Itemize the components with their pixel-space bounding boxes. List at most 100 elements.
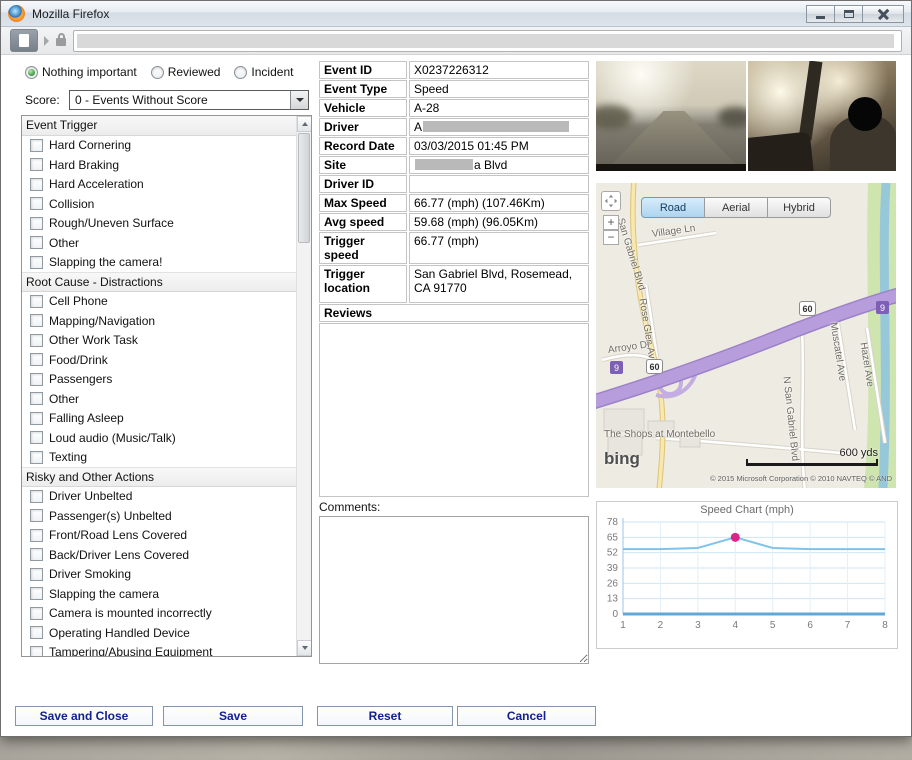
- zoom-out-button[interactable]: −: [603, 230, 619, 245]
- checkbox-icon[interactable]: [30, 373, 43, 386]
- detail-label: Trigger location: [319, 265, 407, 303]
- checklist-group-header: Risky and Other Actions: [22, 467, 296, 487]
- checkbox-icon[interactable]: [30, 607, 43, 620]
- checklist-item-loud-audio-music-talk[interactable]: Loud audio (Music/Talk): [22, 428, 296, 448]
- bing-map[interactable]: Village LnSan Gabriel BlvdRose Glen AveA…: [596, 183, 896, 488]
- checkbox-icon[interactable]: [30, 568, 43, 581]
- detail-label: Avg speed: [319, 213, 407, 231]
- checklist-item-cell-phone[interactable]: Cell Phone: [22, 292, 296, 312]
- svg-text:0: 0: [612, 609, 618, 620]
- checklist-item-slapping-the-camera[interactable]: Slapping the camera: [22, 584, 296, 604]
- checklist-scrollbar[interactable]: [296, 116, 311, 656]
- checkbox-icon[interactable]: [30, 392, 43, 405]
- radio-option-incident[interactable]: Incident: [234, 65, 293, 79]
- checklist-item-food-drink[interactable]: Food/Drink: [22, 350, 296, 370]
- checkbox-icon[interactable]: [30, 236, 43, 249]
- close-button[interactable]: [862, 5, 904, 23]
- scroll-up-button[interactable]: [297, 116, 312, 132]
- minimize-button[interactable]: [806, 5, 835, 23]
- checkbox-icon[interactable]: [30, 587, 43, 600]
- radio-option-nothing-important[interactable]: Nothing important: [25, 65, 137, 79]
- checkbox-icon[interactable]: [30, 646, 43, 656]
- checkbox-icon[interactable]: [30, 314, 43, 327]
- checklist-item-driver-unbelted[interactable]: Driver Unbelted: [22, 487, 296, 507]
- checklist-item-rough-uneven-surface[interactable]: Rough/Uneven Surface: [22, 214, 296, 234]
- radio-button[interactable]: [25, 66, 38, 79]
- checklist-item-hard-braking[interactable]: Hard Braking: [22, 155, 296, 175]
- checklist-item-falling-asleep[interactable]: Falling Asleep: [22, 409, 296, 429]
- svg-text:78: 78: [607, 517, 619, 528]
- checkbox-icon[interactable]: [30, 490, 43, 503]
- checklist-item-texting[interactable]: Texting: [22, 448, 296, 468]
- radio-button[interactable]: [151, 66, 164, 79]
- checkbox-icon[interactable]: [30, 412, 43, 425]
- checklist-item-label: Operating Handled Device: [49, 626, 190, 640]
- score-row: Score: 0 - Events Without Score: [25, 90, 309, 110]
- checklist-item-label: Hard Braking: [49, 158, 119, 172]
- checklist-item-label: Other: [49, 236, 79, 250]
- maximize-button[interactable]: [834, 5, 863, 23]
- scroll-down-button[interactable]: [297, 640, 312, 656]
- radio-option-reviewed[interactable]: Reviewed: [151, 65, 221, 79]
- scrollbar-thumb[interactable]: [298, 133, 310, 243]
- svg-text:13: 13: [607, 594, 619, 605]
- checklist-item-driver-smoking[interactable]: Driver Smoking: [22, 565, 296, 585]
- checklist-item-slapping-the-camera[interactable]: Slapping the camera!: [22, 253, 296, 273]
- zoom-in-button[interactable]: +: [603, 215, 619, 230]
- map-pan-control[interactable]: [601, 191, 621, 211]
- detail-value-text: 66.77 (mph): [414, 234, 479, 248]
- checklist-item-hard-cornering[interactable]: Hard Cornering: [22, 136, 296, 156]
- radio-label: Reviewed: [168, 65, 221, 79]
- map-view-aerial-button[interactable]: Aerial: [704, 197, 768, 218]
- checklist-item-other-work-task[interactable]: Other Work Task: [22, 331, 296, 351]
- checkbox-icon[interactable]: [30, 509, 43, 522]
- checkbox-icon[interactable]: [30, 353, 43, 366]
- comments-label: Comments:: [319, 500, 589, 514]
- checklist-item-other[interactable]: Other: [22, 233, 296, 253]
- page-icon-button[interactable]: [10, 29, 38, 52]
- checkbox-icon[interactable]: [30, 626, 43, 639]
- comments-textarea[interactable]: [319, 516, 589, 664]
- checkbox-icon[interactable]: [30, 529, 43, 542]
- scroll-down-icon: [302, 646, 308, 650]
- score-dropdown[interactable]: 0 - Events Without Score: [69, 90, 309, 110]
- checklist-item-mapping-navigation[interactable]: Mapping/Navigation: [22, 311, 296, 331]
- checkbox-icon[interactable]: [30, 178, 43, 191]
- reset-button[interactable]: Reset: [317, 706, 453, 726]
- checkbox-icon[interactable]: [30, 295, 43, 308]
- checkbox-icon[interactable]: [30, 451, 43, 464]
- checklist-item-collision[interactable]: Collision: [22, 194, 296, 214]
- cancel-button[interactable]: Cancel: [457, 706, 596, 726]
- checkbox-icon[interactable]: [30, 548, 43, 561]
- checklist-item-front-road-lens-covered[interactable]: Front/Road Lens Covered: [22, 526, 296, 546]
- checklist-item-label: Slapping the camera: [49, 587, 159, 601]
- checklist-item-tampering-abusing-equipment[interactable]: Tampering/Abusing Equipment: [22, 643, 296, 657]
- checklist-item-passenger-s-unbelted[interactable]: Passenger(s) Unbelted: [22, 506, 296, 526]
- save-button[interactable]: Save: [163, 706, 303, 726]
- checklist-item-hard-acceleration[interactable]: Hard Acceleration: [22, 175, 296, 195]
- dropdown-arrow-button[interactable]: [290, 91, 308, 109]
- checkbox-icon[interactable]: [30, 217, 43, 230]
- title-bar[interactable]: Mozilla Firefox: [1, 1, 911, 27]
- checkbox-icon[interactable]: [30, 334, 43, 347]
- checkbox-icon[interactable]: [30, 256, 43, 269]
- detail-row-record-date: Record Date03/03/2015 01:45 PM: [319, 137, 589, 155]
- checkbox-icon[interactable]: [30, 139, 43, 152]
- checklist-item-operating-handled-device[interactable]: Operating Handled Device: [22, 623, 296, 643]
- checkbox-icon[interactable]: [30, 158, 43, 171]
- chevron-right-icon: [44, 36, 49, 46]
- detail-label: Site: [319, 156, 407, 174]
- checklist-item-label: Hard Acceleration: [49, 177, 144, 191]
- checklist-item-label: Texting: [49, 450, 87, 464]
- checklist-item-other[interactable]: Other: [22, 389, 296, 409]
- checkbox-icon[interactable]: [30, 431, 43, 444]
- checklist-item-back-driver-lens-covered[interactable]: Back/Driver Lens Covered: [22, 545, 296, 565]
- radio-button[interactable]: [234, 66, 247, 79]
- save-and-close-button[interactable]: Save and Close: [15, 706, 153, 726]
- checklist-item-camera-is-mounted-incorrectly[interactable]: Camera is mounted incorrectly: [22, 604, 296, 624]
- map-view-hybrid-button[interactable]: Hybrid: [767, 197, 831, 218]
- checklist-item-passengers[interactable]: Passengers: [22, 370, 296, 390]
- map-view-road-button[interactable]: Road: [641, 197, 705, 218]
- checkbox-icon[interactable]: [30, 197, 43, 210]
- url-bar[interactable]: [73, 30, 902, 52]
